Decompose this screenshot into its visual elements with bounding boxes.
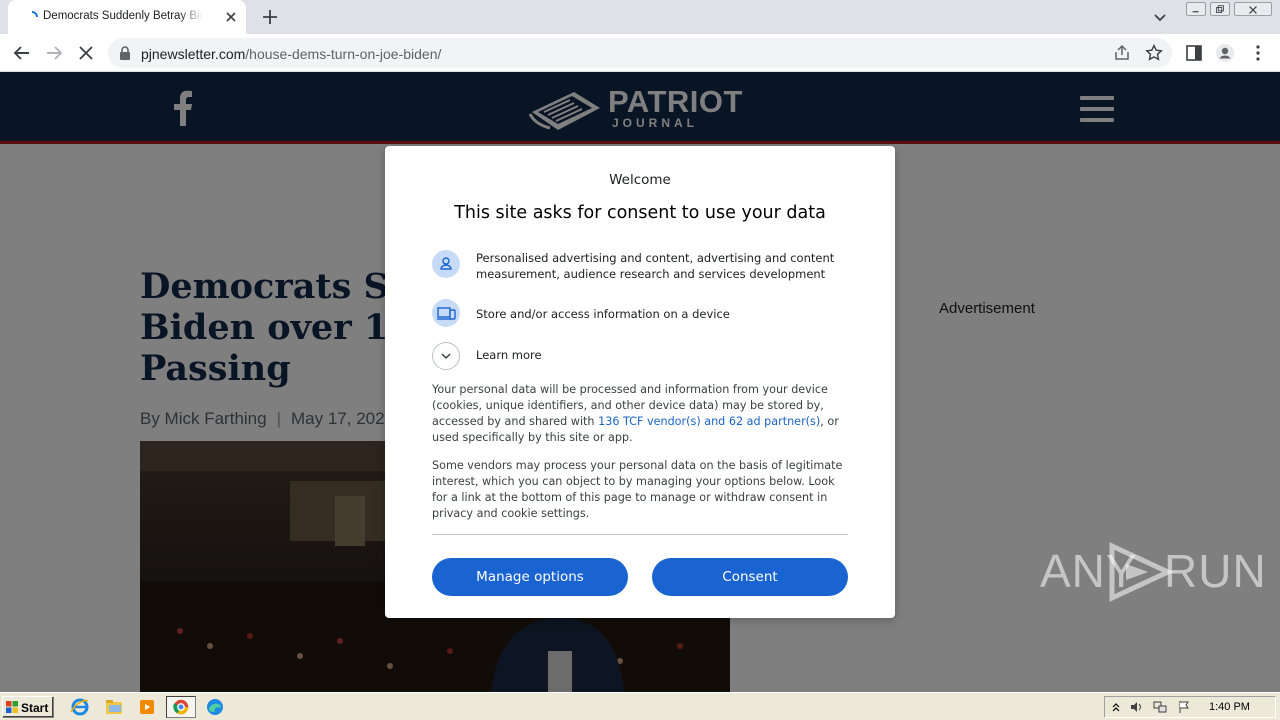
- new-tab-icon[interactable]: [259, 6, 281, 28]
- close-window-button[interactable]: [1234, 2, 1272, 16]
- browser-tab[interactable]: Democrats Suddenly Betray Biden over 1 B…: [8, 0, 246, 34]
- tray-expand-icon[interactable]: [1109, 700, 1123, 714]
- taskbar-clock[interactable]: 1:40 PM: [1209, 701, 1250, 713]
- vendors-link[interactable]: 136 TCF vendor(s) and 62 ad partner(s): [598, 415, 820, 428]
- dialog-divider: [432, 534, 848, 535]
- person-icon: [432, 250, 460, 278]
- learn-more-toggle[interactable]: Learn more: [432, 342, 632, 370]
- consent-paragraph-1: Your personal data will be processed and…: [432, 382, 852, 446]
- network-icon[interactable]: [1153, 700, 1167, 714]
- tab-title: Democrats Suddenly Betray Biden over 1 B…: [43, 10, 203, 22]
- windows-taskbar: Start 1:40 PM: [0, 692, 1280, 720]
- edge-taskbar-icon[interactable]: [203, 696, 227, 718]
- purpose-text: Store and/or access information on a dev…: [476, 307, 730, 321]
- learn-more-label: Learn more: [476, 348, 542, 362]
- url-path: /house-dems-turn-on-joe-biden/: [245, 46, 442, 62]
- file-explorer-taskbar-icon[interactable]: [102, 696, 126, 718]
- watermark-right-text: RUN: [1164, 545, 1267, 597]
- minimize-icon: [1192, 11, 1199, 13]
- lock-icon[interactable]: [119, 46, 131, 60]
- restore-window-button[interactable]: [1210, 2, 1230, 16]
- loading-spinner-icon: [31, 11, 38, 18]
- consent-paragraph-2: Some vendors may process your personal d…: [432, 459, 843, 520]
- address-bar[interactable]: pjnewsletter.com/house-dems-turn-on-joe-…: [108, 38, 1172, 68]
- volume-icon[interactable]: [1129, 700, 1143, 714]
- windows-flag-icon: [6, 701, 18, 713]
- consent-button[interactable]: Consent: [652, 558, 848, 596]
- browser-toolbar: pjnewsletter.com/house-dems-turn-on-joe-…: [0, 34, 1280, 72]
- side-panel-icon[interactable]: [1184, 43, 1204, 63]
- tab-close-icon[interactable]: [223, 9, 239, 25]
- chrome-taskbar-icon[interactable]: [166, 696, 196, 718]
- start-label: Start: [21, 701, 49, 715]
- bookmark-star-icon[interactable]: [1145, 44, 1163, 62]
- tab-search-chevron-icon[interactable]: [1150, 8, 1170, 26]
- anyrun-watermark: ANY RUN: [1040, 534, 1266, 604]
- url-text: pjnewsletter.com/house-dems-turn-on-joe-…: [141, 46, 441, 62]
- purpose-text: Personalised advertising and content, ad…: [476, 251, 835, 281]
- action-center-flag-icon[interactable]: [1177, 700, 1191, 714]
- internet-explorer-taskbar-icon[interactable]: [68, 696, 92, 718]
- chevron-down-icon: [432, 342, 460, 370]
- consent-dialog: Welcome This site asks for consent to us…: [385, 146, 895, 618]
- consent-welcome: Welcome: [609, 172, 671, 188]
- profile-avatar-icon[interactable]: [1215, 43, 1235, 63]
- stop-loading-icon[interactable]: [75, 42, 97, 64]
- close-window-icon: [1249, 6, 1257, 14]
- devices-icon: [432, 299, 460, 327]
- system-tray: 1:40 PM: [1104, 696, 1276, 718]
- share-icon[interactable]: [1113, 44, 1131, 62]
- minimize-window-button[interactable]: [1186, 2, 1206, 16]
- more-menu-icon[interactable]: [1248, 43, 1268, 63]
- manage-options-button[interactable]: Manage options: [432, 558, 628, 596]
- restore-icon: [1216, 5, 1224, 13]
- forward-arrow-icon[interactable]: [43, 42, 65, 64]
- browser-tab-bar: Democrats Suddenly Betray Biden over 1 B…: [0, 0, 1280, 34]
- back-arrow-icon[interactable]: [11, 42, 33, 64]
- start-button[interactable]: Start: [2, 696, 54, 718]
- media-player-taskbar-icon[interactable]: [135, 696, 159, 718]
- url-host: pjnewsletter.com: [141, 46, 246, 62]
- consent-title: This site asks for consent to use your d…: [454, 203, 826, 223]
